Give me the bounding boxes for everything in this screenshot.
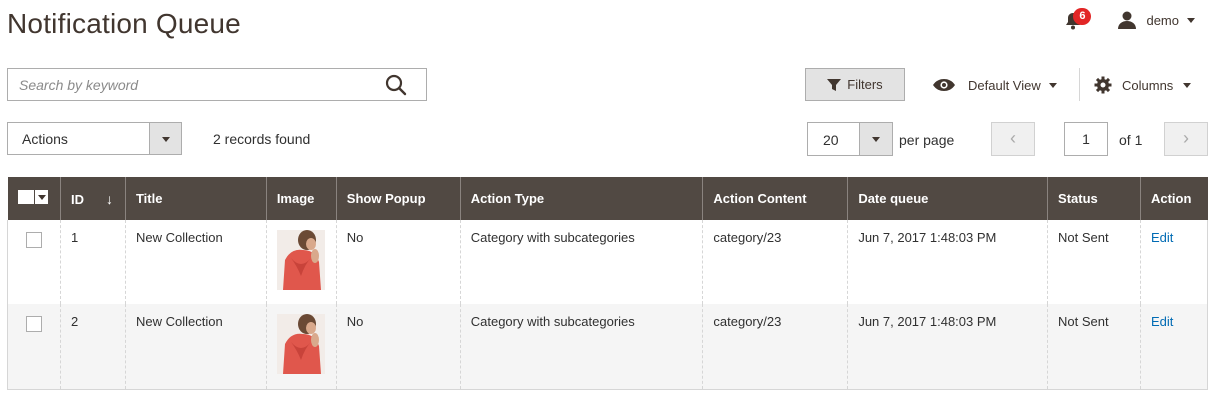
row-checkbox[interactable] [26, 316, 42, 332]
column-header-action: Action [1139, 177, 1208, 220]
cell-action-content: category/23 [702, 220, 848, 304]
cell-date-queue: Jun 7, 2017 1:48:03 PM [847, 304, 1048, 389]
records-found: 2 records found [213, 131, 311, 147]
cell-date-queue: Jun 7, 2017 1:48:03 PM [847, 220, 1048, 304]
edit-link[interactable]: Edit [1151, 314, 1173, 329]
user-menu[interactable]: demo [1117, 11, 1195, 29]
search-box [7, 68, 427, 101]
cell-action-content: category/23 [702, 304, 848, 389]
search-icon [385, 74, 407, 96]
filters-button[interactable]: Filters [805, 68, 905, 101]
gear-icon [1094, 76, 1112, 94]
cell-show-popup: No [335, 304, 461, 389]
actions-dropdown-toggle[interactable] [149, 123, 181, 154]
page-title: Notification Queue [7, 8, 241, 39]
cell-status: Not Sent [1047, 304, 1141, 389]
per-page-dropdown[interactable]: 20 [807, 122, 893, 156]
chevron-down-icon [1183, 82, 1192, 88]
column-header-id-label: ID [70, 191, 84, 207]
chevron-down-icon [872, 137, 880, 142]
column-header-show-popup[interactable]: Show Popup [335, 177, 461, 220]
header-row: ID ↓ Title Image Show Popup Action Type A… [7, 177, 1208, 220]
current-page-input[interactable]: 1 [1064, 122, 1108, 156]
cell-status: Not Sent [1047, 220, 1141, 304]
header-actions: 6 demo [1063, 8, 1195, 32]
cell-image [265, 304, 337, 389]
sort-arrow-icon: ↓ [105, 190, 113, 207]
cell-title: New Collection [124, 220, 267, 304]
cell-image [265, 220, 337, 304]
cell-show-popup: No [335, 220, 461, 304]
cell-title: New Collection [124, 304, 267, 389]
per-page-label: per page [899, 132, 955, 148]
chevron-down-icon [162, 137, 170, 142]
column-header-image: Image [265, 177, 337, 220]
column-header-id[interactable]: ID ↓ [59, 177, 126, 220]
cell-action-type: Category with subcategories [459, 304, 703, 389]
column-header-date-queue[interactable]: Date queue [847, 177, 1048, 220]
row-checkbox[interactable] [26, 232, 42, 248]
mass-select-dropdown[interactable] [17, 190, 48, 204]
cell-action-type: Category with subcategories [459, 220, 703, 304]
previous-page-button[interactable]: ‹ [991, 122, 1035, 156]
actions-dropdown[interactable]: Actions [7, 122, 182, 155]
next-page-button[interactable]: › [1164, 122, 1208, 156]
search-input[interactable] [8, 69, 368, 100]
chevron-left-icon: ‹ [1010, 128, 1016, 148]
user-name: demo [1146, 12, 1179, 28]
per-page-dropdown-toggle[interactable] [859, 123, 892, 155]
actions-label: Actions [22, 131, 68, 147]
product-thumbnail[interactable] [276, 230, 325, 290]
cell-id: 2 [59, 304, 126, 389]
columns-label: Columns [1122, 77, 1174, 93]
default-view-button[interactable]: Default View [932, 74, 1057, 96]
cell-action: Edit [1139, 220, 1208, 304]
toolbar-divider [1079, 68, 1080, 101]
notification-count-badge: 6 [1073, 8, 1092, 25]
per-page-value: 20 [823, 132, 839, 148]
row-select-cell [7, 220, 61, 304]
row-select-cell [7, 304, 61, 389]
columns-button[interactable]: Columns [1094, 74, 1192, 96]
column-header-action-type[interactable]: Action Type [459, 177, 703, 220]
notifications-button[interactable]: 6 [1063, 8, 1092, 32]
cell-action: Edit [1139, 304, 1208, 389]
user-icon [1118, 11, 1137, 29]
mass-select-checkbox[interactable] [17, 190, 34, 204]
table-row: 2 New Collection No Category with subcat… [7, 304, 1208, 389]
default-view-label: Default View [968, 77, 1041, 93]
chevron-down-icon [1187, 17, 1195, 23]
chevron-right-icon: › [1183, 128, 1189, 148]
product-thumbnail[interactable] [276, 314, 325, 374]
column-header-action-content[interactable]: Action Content [702, 177, 848, 220]
edit-link[interactable]: Edit [1151, 230, 1173, 245]
table-row: 1 New Collection No Category with subcat… [7, 220, 1208, 304]
search-button[interactable] [384, 74, 408, 96]
eye-icon [933, 79, 955, 91]
page-total: of 1 [1119, 132, 1143, 148]
filters-label: Filters [847, 77, 883, 92]
cell-id: 1 [59, 220, 126, 304]
column-header-title[interactable]: Title [124, 177, 267, 220]
notification-grid: ID ↓ Title Image Show Popup Action Type A… [7, 177, 1208, 390]
filter-icon [827, 78, 842, 91]
chevron-down-icon [1048, 82, 1057, 88]
mass-select-header [7, 177, 61, 220]
column-header-status[interactable]: Status [1047, 177, 1141, 220]
chevron-down-icon[interactable] [34, 190, 48, 204]
